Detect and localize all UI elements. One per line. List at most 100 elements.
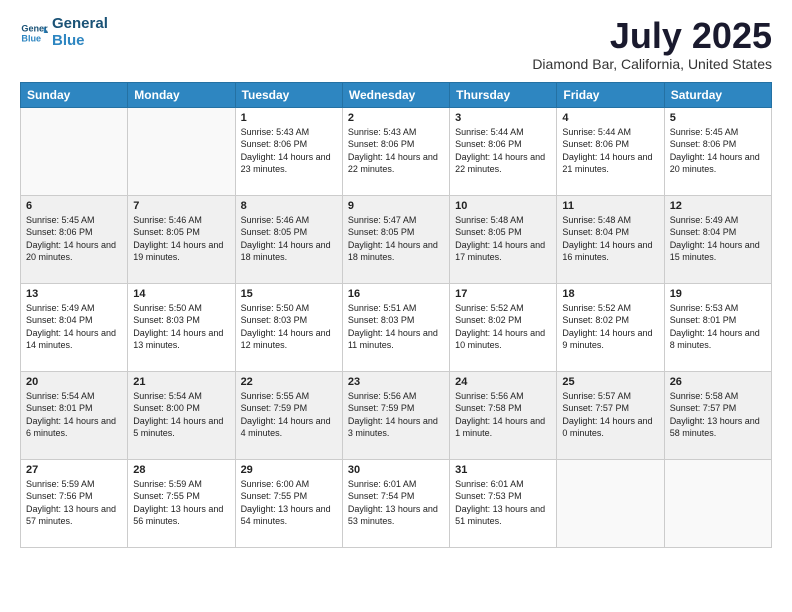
- table-row: 8 Sunrise: 5:46 AMSunset: 8:05 PMDaylight…: [235, 195, 342, 283]
- location: Diamond Bar, California, United States: [532, 56, 772, 72]
- table-row: 3 Sunrise: 5:44 AMSunset: 8:06 PMDaylight…: [450, 107, 557, 195]
- day-content: Sunrise: 5:58 AMSunset: 7:57 PMDaylight:…: [670, 390, 766, 440]
- day-content: Sunrise: 5:44 AMSunset: 8:06 PMDaylight:…: [562, 126, 658, 176]
- table-row: [664, 459, 771, 547]
- day-number: 4: [562, 112, 658, 124]
- day-content: Sunrise: 5:51 AMSunset: 8:03 PMDaylight:…: [348, 302, 444, 352]
- col-wednesday: Wednesday: [342, 82, 449, 107]
- day-content: Sunrise: 5:43 AMSunset: 8:06 PMDaylight:…: [348, 126, 444, 176]
- day-content: Sunrise: 5:45 AMSunset: 8:06 PMDaylight:…: [26, 214, 122, 264]
- day-content: Sunrise: 5:52 AMSunset: 8:02 PMDaylight:…: [562, 302, 658, 352]
- day-number: 24: [455, 376, 551, 388]
- day-content: Sunrise: 5:59 AMSunset: 7:56 PMDaylight:…: [26, 478, 122, 528]
- table-row: 17 Sunrise: 5:52 AMSunset: 8:02 PMDayligh…: [450, 283, 557, 371]
- day-number: 10: [455, 200, 551, 212]
- day-content: Sunrise: 5:55 AMSunset: 7:59 PMDaylight:…: [241, 390, 337, 440]
- day-number: 18: [562, 288, 658, 300]
- svg-text:Blue: Blue: [21, 33, 41, 43]
- table-row: 6 Sunrise: 5:45 AMSunset: 8:06 PMDaylight…: [21, 195, 128, 283]
- day-number: 25: [562, 376, 658, 388]
- table-row: 18 Sunrise: 5:52 AMSunset: 8:02 PMDayligh…: [557, 283, 664, 371]
- day-number: 13: [26, 288, 122, 300]
- col-thursday: Thursday: [450, 82, 557, 107]
- day-number: 2: [348, 112, 444, 124]
- col-friday: Friday: [557, 82, 664, 107]
- calendar-week-row: 6 Sunrise: 5:45 AMSunset: 8:06 PMDaylight…: [21, 195, 772, 283]
- table-row: 1 Sunrise: 5:43 AMSunset: 8:06 PMDaylight…: [235, 107, 342, 195]
- day-content: Sunrise: 5:49 AMSunset: 8:04 PMDaylight:…: [26, 302, 122, 352]
- table-row: 20Sunrise: 5:54 AMSunset: 8:01 PMDayligh…: [21, 371, 128, 459]
- day-number: 19: [670, 288, 766, 300]
- day-number: 11: [562, 200, 658, 212]
- calendar-header-row: Sunday Monday Tuesday Wednesday Thursday…: [21, 82, 772, 107]
- day-content: Sunrise: 5:50 AMSunset: 8:03 PMDaylight:…: [241, 302, 337, 352]
- day-number: 14: [133, 288, 229, 300]
- table-row: 27 Sunrise: 5:59 AMSunset: 7:56 PMDayligh…: [21, 459, 128, 547]
- day-content: Sunrise: 5:50 AMSunset: 8:03 PMDaylight:…: [133, 302, 229, 352]
- day-number: 22: [241, 376, 337, 388]
- table-row: 19 Sunrise: 5:53 AMSunset: 8:01 PMDayligh…: [664, 283, 771, 371]
- day-content: Sunrise: 5:46 AMSunset: 8:05 PMDaylight:…: [241, 214, 337, 264]
- day-content: Sunrise: 5:56 AMSunset: 7:58 PMDaylight:…: [455, 390, 551, 440]
- table-row: 13 Sunrise: 5:49 AMSunset: 8:04 PMDayligh…: [21, 283, 128, 371]
- day-number: 28: [133, 464, 229, 476]
- col-sunday: Sunday: [21, 82, 128, 107]
- day-content: Sunrise: 5:46 AMSunset: 8:05 PMDaylight:…: [133, 214, 229, 264]
- day-number: 17: [455, 288, 551, 300]
- table-row: 5Sunrise: 5:45 AMSunset: 8:06 PMDaylight…: [664, 107, 771, 195]
- table-row: 16 Sunrise: 5:51 AMSunset: 8:03 PMDayligh…: [342, 283, 449, 371]
- table-row: 25 Sunrise: 5:57 AMSunset: 7:57 PMDayligh…: [557, 371, 664, 459]
- day-number: 1: [241, 112, 337, 124]
- table-row: 30Sunrise: 6:01 AMSunset: 7:54 PMDayligh…: [342, 459, 449, 547]
- day-content: Sunrise: 5:54 AMSunset: 8:00 PMDaylight:…: [133, 390, 229, 440]
- calendar-table: Sunday Monday Tuesday Wednesday Thursday…: [20, 82, 772, 548]
- table-row: 7Sunrise: 5:46 AMSunset: 8:05 PMDaylight…: [128, 195, 235, 283]
- day-number: 6: [26, 200, 122, 212]
- day-number: 8: [241, 200, 337, 212]
- day-number: 23: [348, 376, 444, 388]
- calendar-week-row: 13 Sunrise: 5:49 AMSunset: 8:04 PMDayligh…: [21, 283, 772, 371]
- table-row: 2 Sunrise: 5:43 AMSunset: 8:06 PMDaylight…: [342, 107, 449, 195]
- table-row: 28Sunrise: 5:59 AMSunset: 7:55 PMDayligh…: [128, 459, 235, 547]
- table-row: [557, 459, 664, 547]
- day-content: Sunrise: 6:01 AMSunset: 7:53 PMDaylight:…: [455, 478, 551, 528]
- day-number: 15: [241, 288, 337, 300]
- day-content: Sunrise: 5:57 AMSunset: 7:57 PMDaylight:…: [562, 390, 658, 440]
- table-row: 24 Sunrise: 5:56 AMSunset: 7:58 PMDayligh…: [450, 371, 557, 459]
- day-number: 27: [26, 464, 122, 476]
- day-number: 5: [670, 112, 766, 124]
- day-content: Sunrise: 5:52 AMSunset: 8:02 PMDaylight:…: [455, 302, 551, 352]
- day-content: Sunrise: 5:48 AMSunset: 8:05 PMDaylight:…: [455, 214, 551, 264]
- title-block: July 2025 Diamond Bar, California, Unite…: [532, 16, 772, 72]
- table-row: 15 Sunrise: 5:50 AMSunset: 8:03 PMDayligh…: [235, 283, 342, 371]
- logo: General Blue General Blue: [20, 16, 108, 49]
- table-row: 10 Sunrise: 5:48 AMSunset: 8:05 PMDayligh…: [450, 195, 557, 283]
- col-saturday: Saturday: [664, 82, 771, 107]
- logo-icon: General Blue: [20, 19, 48, 47]
- page-header: General Blue General Blue July 2025 Diam…: [20, 16, 772, 72]
- day-content: Sunrise: 5:54 AMSunset: 8:01 PMDaylight:…: [26, 390, 122, 440]
- day-content: Sunrise: 5:48 AMSunset: 8:04 PMDaylight:…: [562, 214, 658, 264]
- day-content: Sunrise: 5:43 AMSunset: 8:06 PMDaylight:…: [241, 126, 337, 176]
- month-title: July 2025: [532, 16, 772, 56]
- calendar-week-row: 27 Sunrise: 5:59 AMSunset: 7:56 PMDayligh…: [21, 459, 772, 547]
- table-row: [128, 107, 235, 195]
- table-row: [21, 107, 128, 195]
- table-row: 31 Sunrise: 6:01 AMSunset: 7:53 PMDayligh…: [450, 459, 557, 547]
- day-number: 31: [455, 464, 551, 476]
- calendar-week-row: 1 Sunrise: 5:43 AMSunset: 8:06 PMDaylight…: [21, 107, 772, 195]
- day-number: 3: [455, 112, 551, 124]
- calendar-week-row: 20Sunrise: 5:54 AMSunset: 8:01 PMDayligh…: [21, 371, 772, 459]
- col-monday: Monday: [128, 82, 235, 107]
- table-row: 21 Sunrise: 5:54 AMSunset: 8:00 PMDayligh…: [128, 371, 235, 459]
- day-number: 16: [348, 288, 444, 300]
- day-content: Sunrise: 5:44 AMSunset: 8:06 PMDaylight:…: [455, 126, 551, 176]
- day-number: 21: [133, 376, 229, 388]
- table-row: 14 Sunrise: 5:50 AMSunset: 8:03 PMDayligh…: [128, 283, 235, 371]
- table-row: 11 Sunrise: 5:48 AMSunset: 8:04 PMDayligh…: [557, 195, 664, 283]
- day-content: Sunrise: 5:47 AMSunset: 8:05 PMDaylight:…: [348, 214, 444, 264]
- day-content: Sunrise: 5:53 AMSunset: 8:01 PMDaylight:…: [670, 302, 766, 352]
- table-row: 9Sunrise: 5:47 AMSunset: 8:05 PMDaylight…: [342, 195, 449, 283]
- table-row: 26Sunrise: 5:58 AMSunset: 7:57 PMDayligh…: [664, 371, 771, 459]
- table-row: 12Sunrise: 5:49 AMSunset: 8:04 PMDayligh…: [664, 195, 771, 283]
